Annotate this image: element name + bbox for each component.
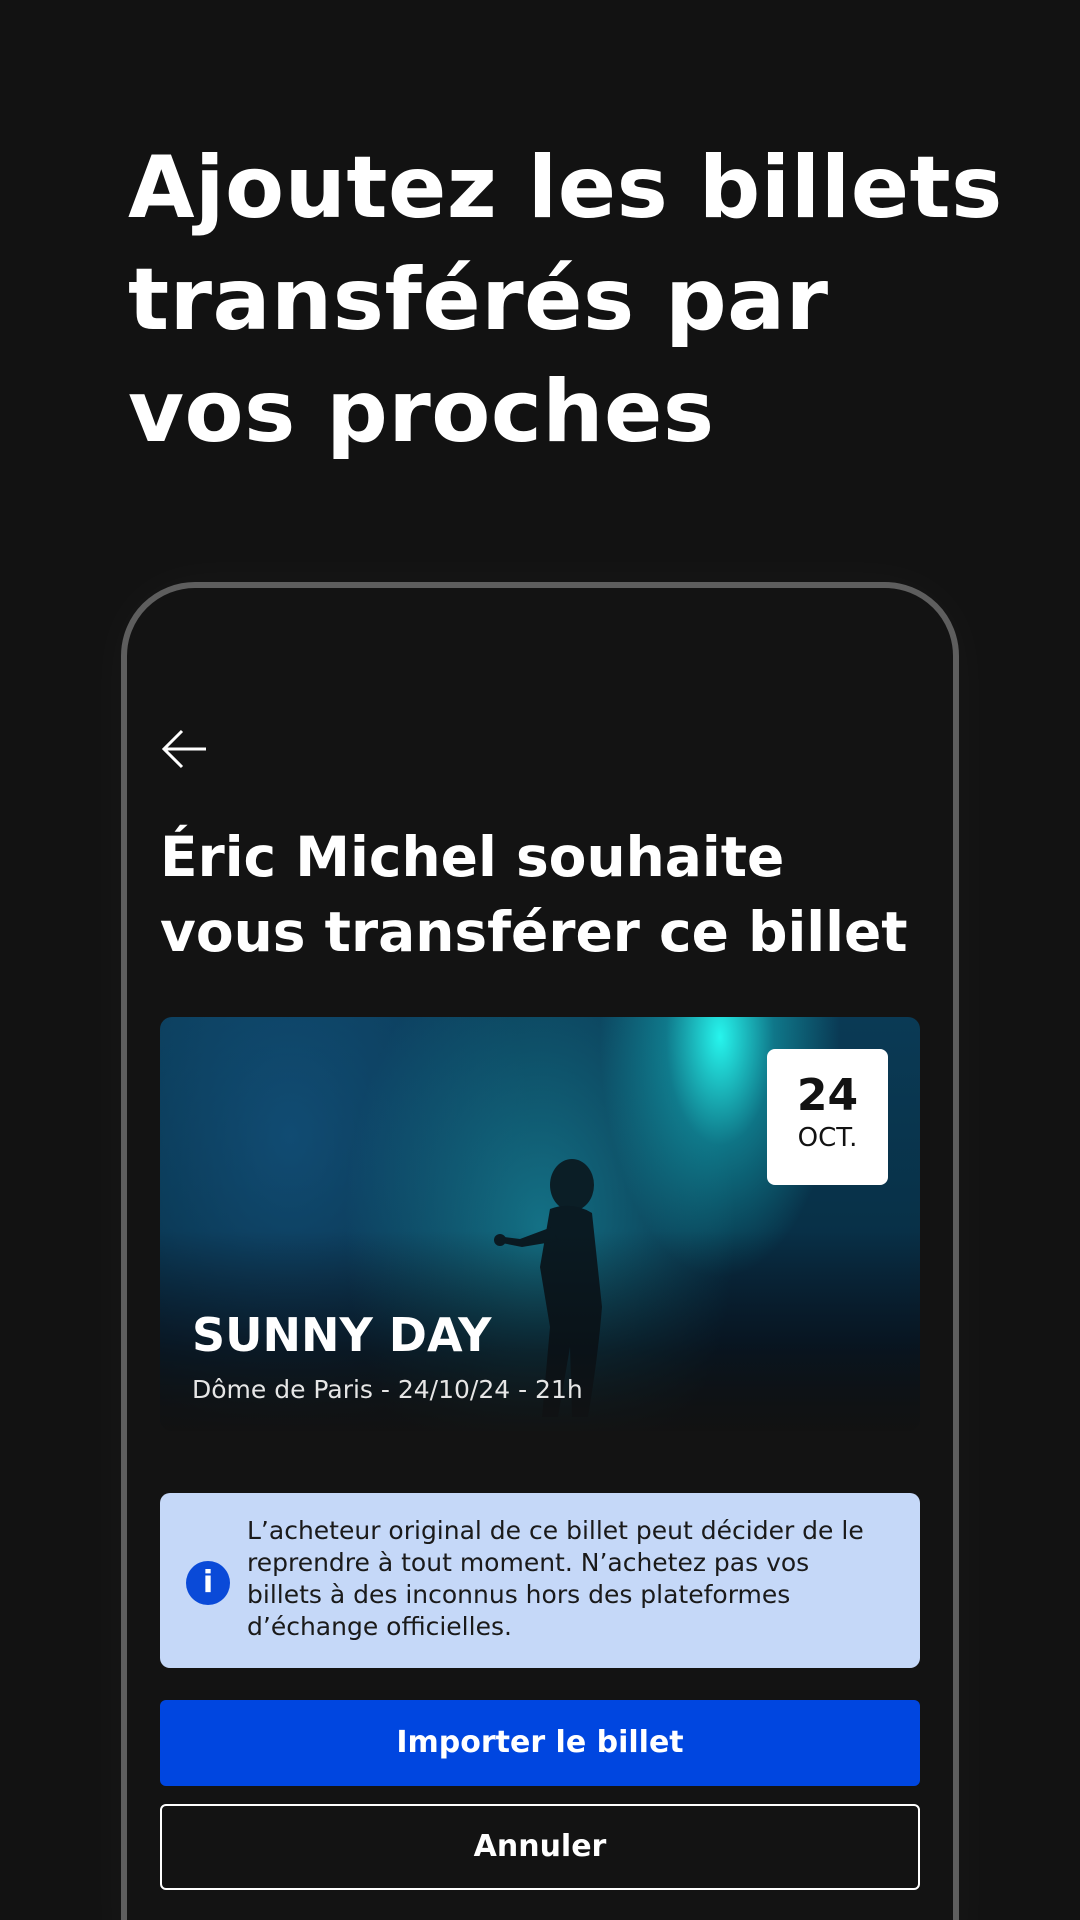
back-button[interactable] xyxy=(160,724,210,774)
headline-line: vos proches xyxy=(128,362,715,462)
info-text: L’acheteur original de ce billet peut dé… xyxy=(247,1515,897,1643)
promo-screen: Ajoutez les billets transférés par vos p… xyxy=(0,0,1080,1920)
date-month: OCT. xyxy=(797,1123,858,1153)
date-day: 24 xyxy=(796,1070,859,1121)
arrow-left-icon xyxy=(161,729,206,769)
warning-info-box: i L’acheteur original de ce billet peut … xyxy=(160,1493,920,1668)
promo-headline: Ajoutez les billets transférés par vos p… xyxy=(128,132,1003,468)
headline-line: Ajoutez les billets xyxy=(128,138,1003,238)
date-badge: 24 OCT. xyxy=(767,1049,888,1185)
transfer-title: Éric Michel souhaite vous transférer ce … xyxy=(160,820,920,970)
import-ticket-button[interactable]: Importer le billet xyxy=(160,1700,920,1786)
title-line: vous transférer ce billet xyxy=(160,900,908,964)
info-line: billets à des inconnus hors des platefor… xyxy=(247,1580,791,1609)
title-line: Éric Michel souhaite xyxy=(160,825,785,889)
event-details: Dôme de Paris - 24/10/24 - 21h xyxy=(192,1375,583,1404)
info-icon: i xyxy=(186,1561,230,1605)
event-card: 24 OCT. SUNNY DAY Dôme de Paris - 24/10/… xyxy=(160,1017,920,1431)
cancel-button[interactable]: Annuler xyxy=(160,1804,920,1890)
info-line: reprendre à tout moment. N’achetez pas v… xyxy=(247,1548,810,1577)
info-line: L’acheteur original de ce billet peut dé… xyxy=(247,1516,864,1545)
headline-line: transférés par xyxy=(128,250,829,350)
info-line: d’échange officielles. xyxy=(247,1612,512,1641)
event-name: SUNNY DAY xyxy=(192,1308,492,1362)
